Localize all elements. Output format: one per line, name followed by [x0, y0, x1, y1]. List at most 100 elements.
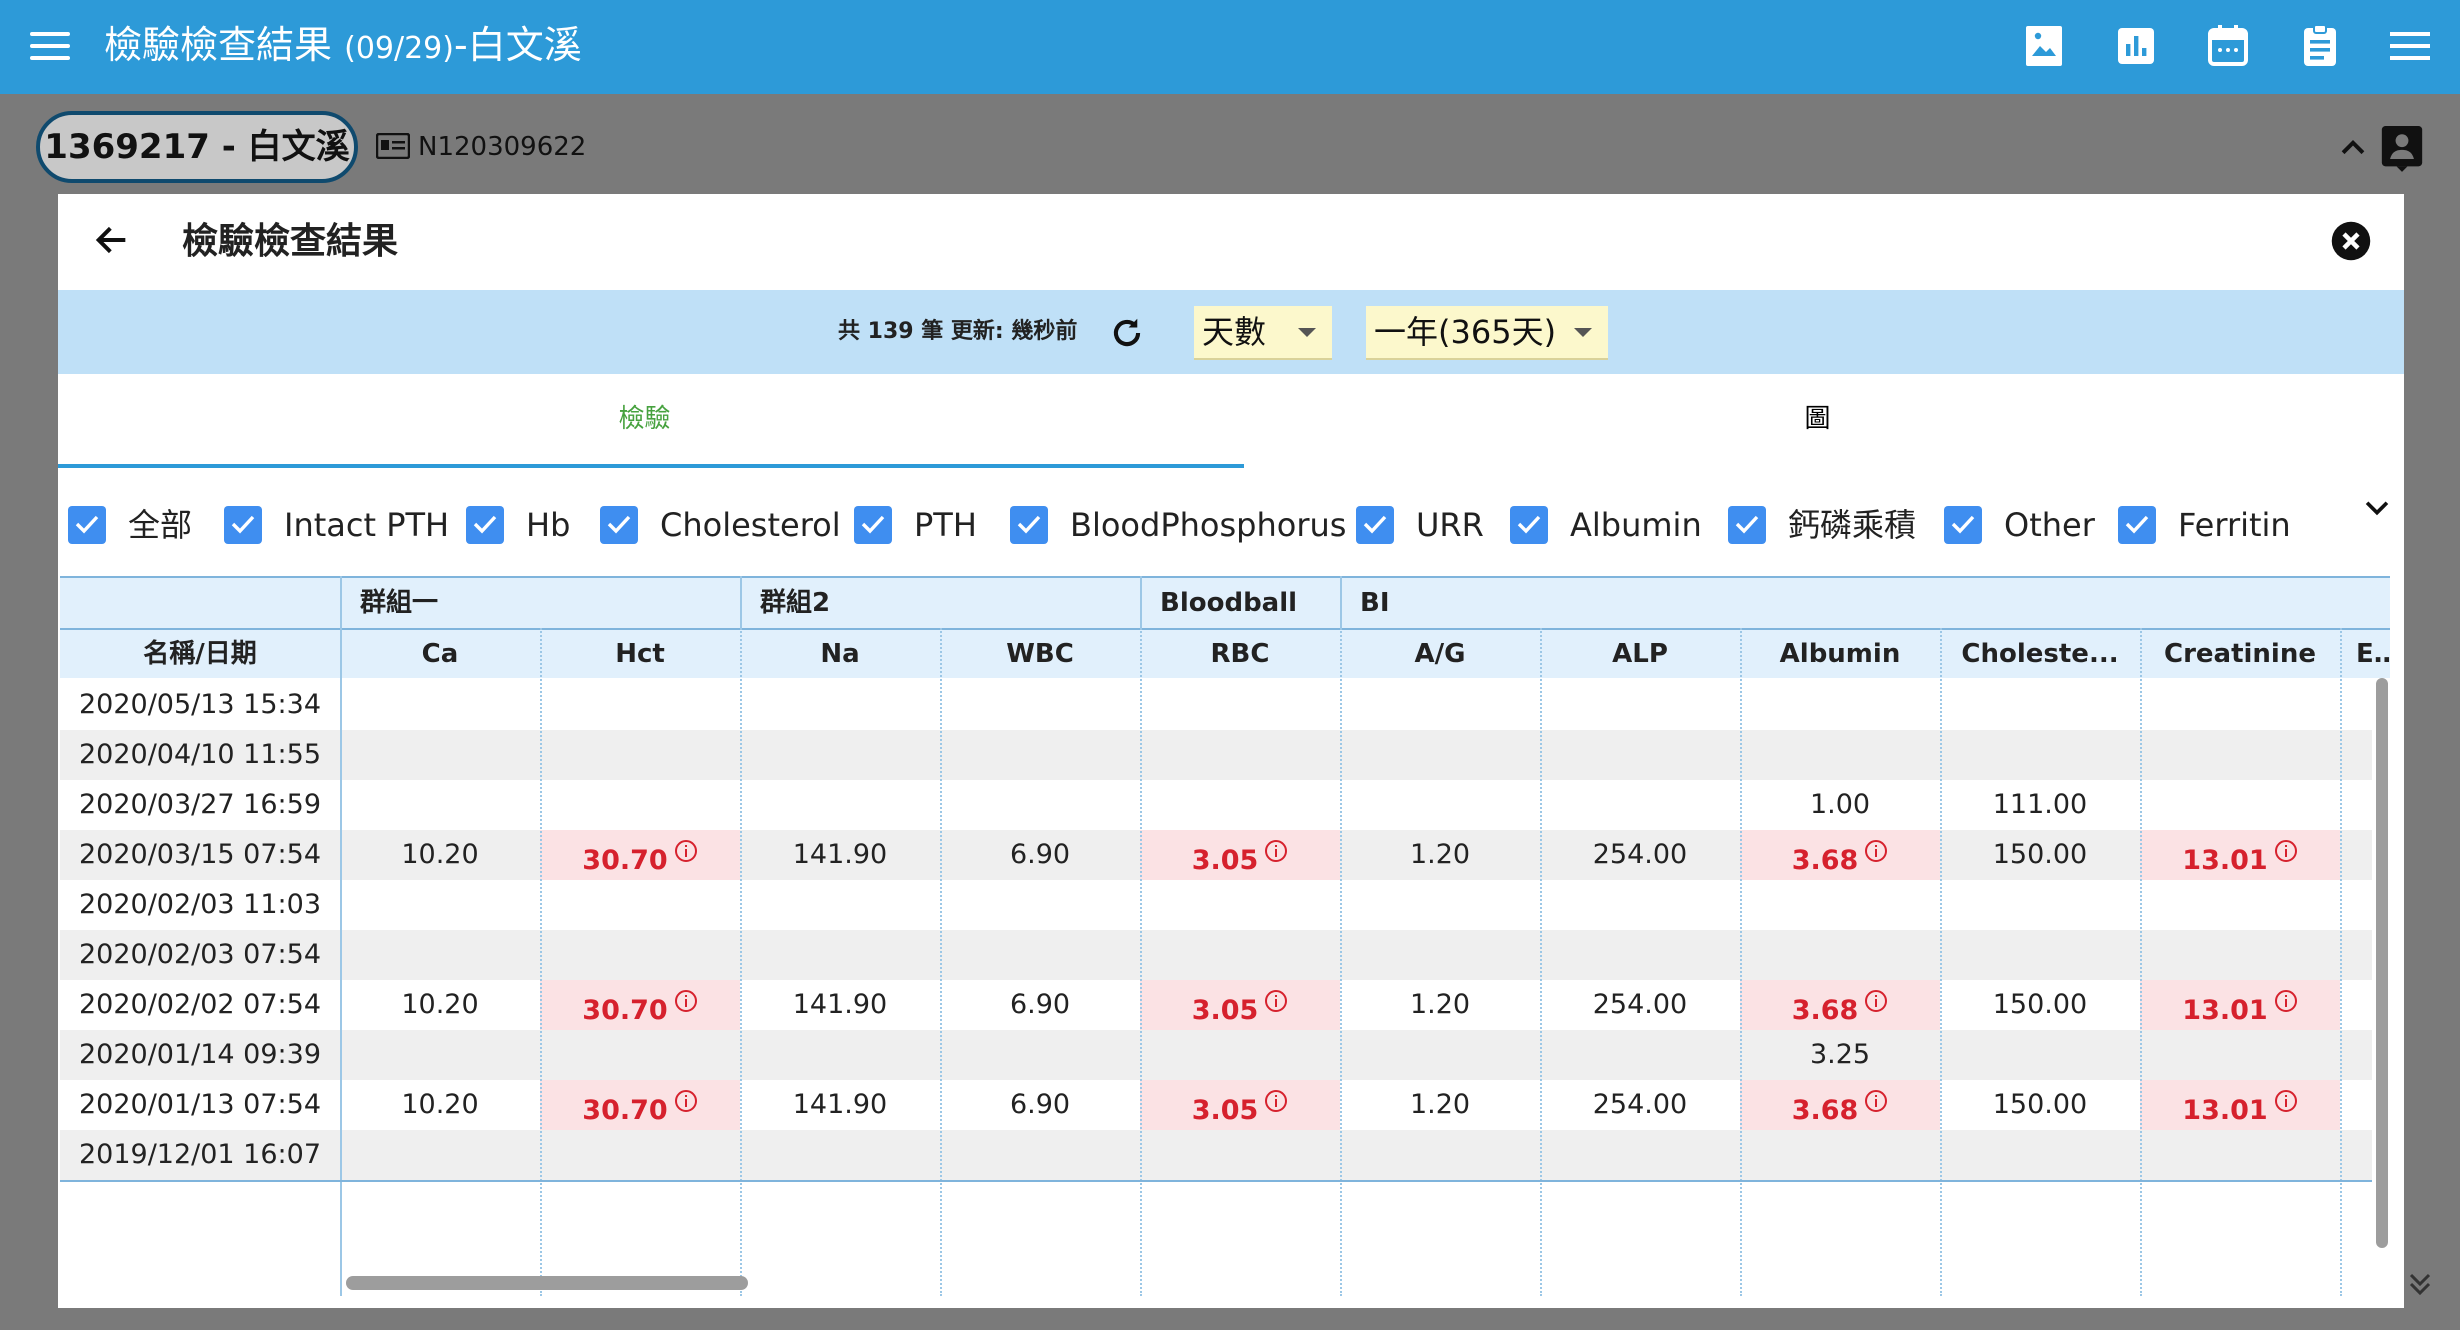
value-cell[interactable]: 1.20: [1340, 980, 1540, 1030]
table-row[interactable]: 2020/01/13 07:54 10.20 30.70 141.90 6.90 3.05…: [60, 1080, 2372, 1130]
value-cell[interactable]: [740, 680, 940, 730]
value-cell[interactable]: [1540, 730, 1740, 780]
info-icon[interactable]: [1264, 1080, 1288, 1130]
column-header-cell[interactable]: Hct: [540, 630, 740, 678]
value-cell[interactable]: [1740, 730, 1940, 780]
value-cell[interactable]: [940, 930, 1140, 980]
table-row[interactable]: 2020/02/03 07:54: [60, 930, 2372, 980]
table-row[interactable]: 2020/02/03 11:03: [60, 880, 2372, 930]
info-icon[interactable]: [1864, 980, 1888, 1030]
abnormal-value-cell[interactable]: 3.05: [1140, 1080, 1340, 1130]
value-cell[interactable]: [2140, 1030, 2340, 1080]
value-cell[interactable]: 3.25: [1740, 1030, 1940, 1080]
person-icon[interactable]: [2380, 124, 2424, 172]
value-cell[interactable]: [1140, 880, 1340, 930]
double-chevron-down-icon[interactable]: [2402, 1266, 2438, 1302]
value-cell[interactable]: [1540, 780, 1740, 830]
tab-chart[interactable]: 圖: [1231, 374, 2404, 468]
value-cell[interactable]: [340, 930, 540, 980]
value-cell[interactable]: [740, 880, 940, 930]
value-cell[interactable]: 10.20: [340, 980, 540, 1030]
info-icon[interactable]: [2274, 830, 2298, 880]
value-cell[interactable]: [2140, 780, 2340, 830]
value-cell[interactable]: [340, 1130, 540, 1180]
checkbox-checked-icon[interactable]: [1356, 506, 1394, 544]
abnormal-value-cell[interactable]: 30.70: [540, 980, 740, 1030]
value-cell[interactable]: [1940, 1030, 2140, 1080]
column-header-cell[interactable]: Est: [2340, 630, 2390, 678]
value-cell[interactable]: [1740, 1130, 1940, 1180]
checkbox-checked-icon[interactable]: [2118, 506, 2156, 544]
value-cell[interactable]: [340, 780, 540, 830]
abnormal-value-cell[interactable]: 13.01: [2140, 830, 2340, 880]
value-cell[interactable]: 1.20: [1340, 830, 1540, 880]
clipboard-icon[interactable]: [2296, 22, 2344, 70]
value-cell[interactable]: 1.20: [1340, 1080, 1540, 1130]
value-cell[interactable]: [1140, 680, 1340, 730]
checkbox-checked-icon[interactable]: [1010, 506, 1048, 544]
info-icon[interactable]: [1864, 830, 1888, 880]
value-cell[interactable]: [1340, 930, 1540, 980]
info-icon[interactable]: [1264, 980, 1288, 1030]
value-cell[interactable]: [2140, 930, 2340, 980]
checkbox-checked-icon[interactable]: [600, 506, 638, 544]
value-cell[interactable]: [1340, 780, 1540, 830]
value-cell[interactable]: [1940, 880, 2140, 930]
column-header-cell[interactable]: Choleste...: [1940, 630, 2140, 678]
value-cell[interactable]: [1140, 780, 1340, 830]
column-header-cell[interactable]: Creatinine: [2140, 630, 2340, 678]
abnormal-value-cell[interactable]: 3.05: [1140, 830, 1340, 880]
abnormal-value-cell[interactable]: 3.68: [1740, 1080, 1940, 1130]
column-header-cell[interactable]: Na: [740, 630, 940, 678]
value-cell[interactable]: [1540, 880, 1740, 930]
value-cell[interactable]: [740, 1130, 940, 1180]
checkbox-checked-icon[interactable]: [68, 506, 106, 544]
checkbox-checked-icon[interactable]: [1510, 506, 1548, 544]
value-cell[interactable]: 254.00: [1540, 830, 1740, 880]
abnormal-value-cell[interactable]: 3.68: [1740, 830, 1940, 880]
value-cell[interactable]: [1340, 880, 1540, 930]
value-cell[interactable]: 150.00: [1940, 1080, 2140, 1130]
value-cell[interactable]: [340, 880, 540, 930]
info-icon[interactable]: [2274, 980, 2298, 1030]
info-icon[interactable]: [674, 1080, 698, 1130]
table-row[interactable]: 2020/01/14 09:39 3.25: [60, 1030, 2372, 1080]
table-row[interactable]: 2020/03/27 16:59 1.00 111.00: [60, 780, 2372, 830]
value-cell[interactable]: [1340, 730, 1540, 780]
value-cell[interactable]: [1940, 930, 2140, 980]
value-cell[interactable]: [740, 730, 940, 780]
value-cell[interactable]: [1140, 730, 1340, 780]
abnormal-value-cell[interactable]: 3.05: [1140, 980, 1340, 1030]
menu-icon[interactable]: [2386, 22, 2434, 70]
column-header-cell[interactable]: Albumin: [1740, 630, 1940, 678]
value-cell[interactable]: [940, 730, 1140, 780]
abnormal-value-cell[interactable]: 3.68: [1740, 980, 1940, 1030]
value-cell[interactable]: [940, 1130, 1140, 1180]
vertical-scrollbar[interactable]: [2376, 678, 2388, 1248]
value-cell[interactable]: 254.00: [1540, 1080, 1740, 1130]
value-cell[interactable]: [2140, 680, 2340, 730]
column-header-cell[interactable]: Ca: [340, 630, 540, 678]
value-cell[interactable]: 150.00: [1940, 830, 2140, 880]
table-row[interactable]: 2019/12/01 16:07: [60, 1130, 2372, 1180]
tab-lab[interactable]: 檢驗: [58, 374, 1244, 468]
checkbox-checked-icon[interactable]: [224, 506, 262, 544]
table-row[interactable]: 2020/05/13 15:34: [60, 680, 2372, 730]
close-icon[interactable]: [2330, 220, 2372, 262]
value-cell[interactable]: [1340, 1030, 1540, 1080]
info-icon[interactable]: [1264, 830, 1288, 880]
bar-chart-icon[interactable]: [2112, 22, 2160, 70]
chevron-up-icon[interactable]: [2336, 130, 2370, 164]
value-cell[interactable]: 150.00: [1940, 980, 2140, 1030]
value-cell[interactable]: 10.20: [340, 1080, 540, 1130]
abnormal-value-cell[interactable]: 30.70: [540, 830, 740, 880]
value-cell[interactable]: 254.00: [1540, 980, 1740, 1030]
checkbox-checked-icon[interactable]: [1728, 506, 1766, 544]
info-icon[interactable]: [2274, 1080, 2298, 1130]
value-cell[interactable]: [740, 930, 940, 980]
table-row[interactable]: 2020/03/15 07:54 10.20 30.70 141.90 6.90 3.05…: [60, 830, 2372, 880]
value-cell[interactable]: [2140, 880, 2340, 930]
value-cell[interactable]: [1940, 680, 2140, 730]
column-header-cell[interactable]: ALP: [1540, 630, 1740, 678]
value-cell[interactable]: 10.20: [340, 830, 540, 880]
